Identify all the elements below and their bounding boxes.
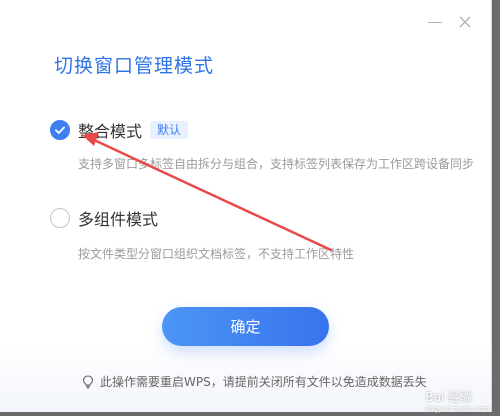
baidu-jingyan-watermark: Bai 经验 jingyan.baidu.com <box>425 388 490 413</box>
dialog-title: 切换窗口管理模式 <box>54 55 215 77</box>
lightbulb-icon <box>82 374 94 389</box>
integrated-mode-option[interactable]: 整合模式 默认 <box>50 118 189 142</box>
restart-notice: 此操作需要重启WPS，请提前关闭所有文件以免造成数据丢失 <box>82 373 427 390</box>
watermark-main: Bai 经验 <box>425 390 473 404</box>
integrated-mode-radio[interactable] <box>50 120 70 140</box>
integrated-mode-label: 整合模式 <box>78 122 143 141</box>
multi-component-mode-radio[interactable] <box>50 208 70 228</box>
default-badge: 默认 <box>150 121 189 139</box>
confirm-button[interactable]: 确定 <box>162 307 329 346</box>
multi-component-mode-description: 按文件类型分窗口组织文档标签，不支持工作区特性 <box>78 247 355 261</box>
restart-notice-text: 此操作需要重启WPS，请提前关闭所有文件以免造成数据丢失 <box>100 375 427 389</box>
watermark-sub: jingyan.baidu.com <box>425 405 490 413</box>
close-button[interactable] <box>457 14 473 30</box>
multi-component-mode-option[interactable]: 多组件模式 <box>50 206 158 230</box>
window-controls <box>427 14 473 30</box>
multi-component-mode-label: 多组件模式 <box>78 210 159 229</box>
integrated-mode-description: 支持多窗口多标签自由拆分与组合，支持标签列表保存为工作区跨设备同步 <box>78 157 475 171</box>
close-icon <box>459 16 471 28</box>
minimize-button[interactable] <box>427 14 443 30</box>
window-mode-dialog: 切换窗口管理模式 整合模式 默认 支持多窗口多标签自由拆分与组合，支持标签列表保… <box>0 0 492 412</box>
check-icon <box>55 126 65 134</box>
